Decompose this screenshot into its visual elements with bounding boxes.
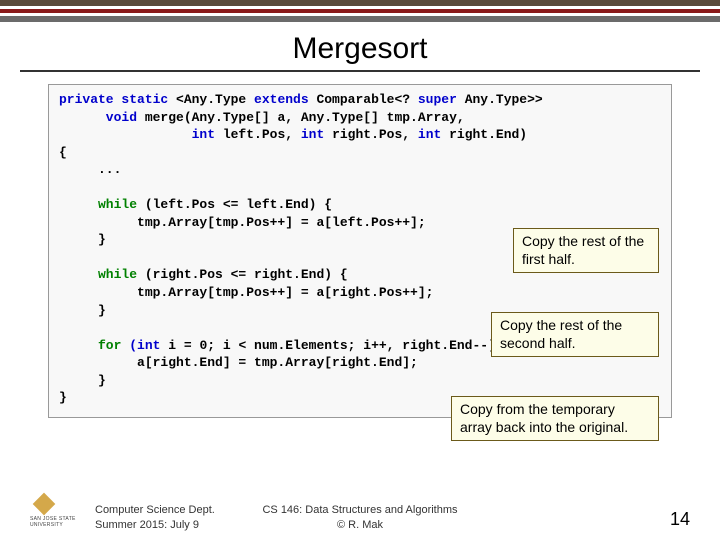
footer-center: CS 146: Data Structures and Algorithms ©…: [262, 503, 457, 532]
annotation-copy-back: Copy from the temporary array back into …: [451, 396, 659, 441]
annotation-second-half: Copy the rest of the second half.: [491, 312, 659, 357]
page-number: 14: [670, 509, 690, 530]
code-block: private static <Any.Type extends Compara…: [48, 84, 672, 418]
kw: private: [59, 92, 114, 107]
header-bars: [0, 0, 720, 22]
slide-title: Mergesort: [0, 32, 720, 66]
annotation-first-half: Copy the rest of the first half.: [513, 228, 659, 273]
title-underline: [20, 70, 700, 72]
university-logo: SAN JOSE STATE UNIVERSITY: [30, 496, 80, 526]
footer-left: Computer Science Dept. Summer 2015: July…: [95, 503, 215, 532]
